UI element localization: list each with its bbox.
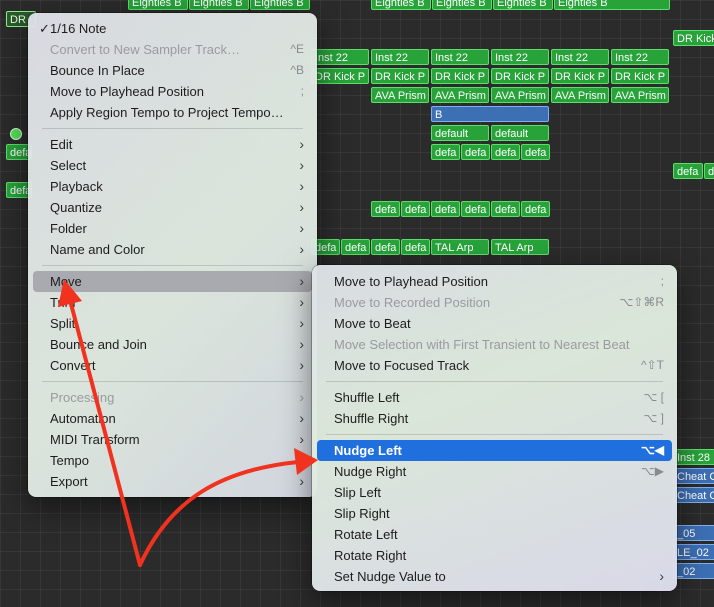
annotation-arrow-to-nudge-left: [138, 460, 300, 567]
annotation-arrowhead-icon: [58, 279, 82, 307]
annotation-arrows: [58, 279, 318, 567]
annotation-arrow-to-move: [68, 298, 142, 567]
annotation-arrowhead-icon: [294, 448, 318, 475]
